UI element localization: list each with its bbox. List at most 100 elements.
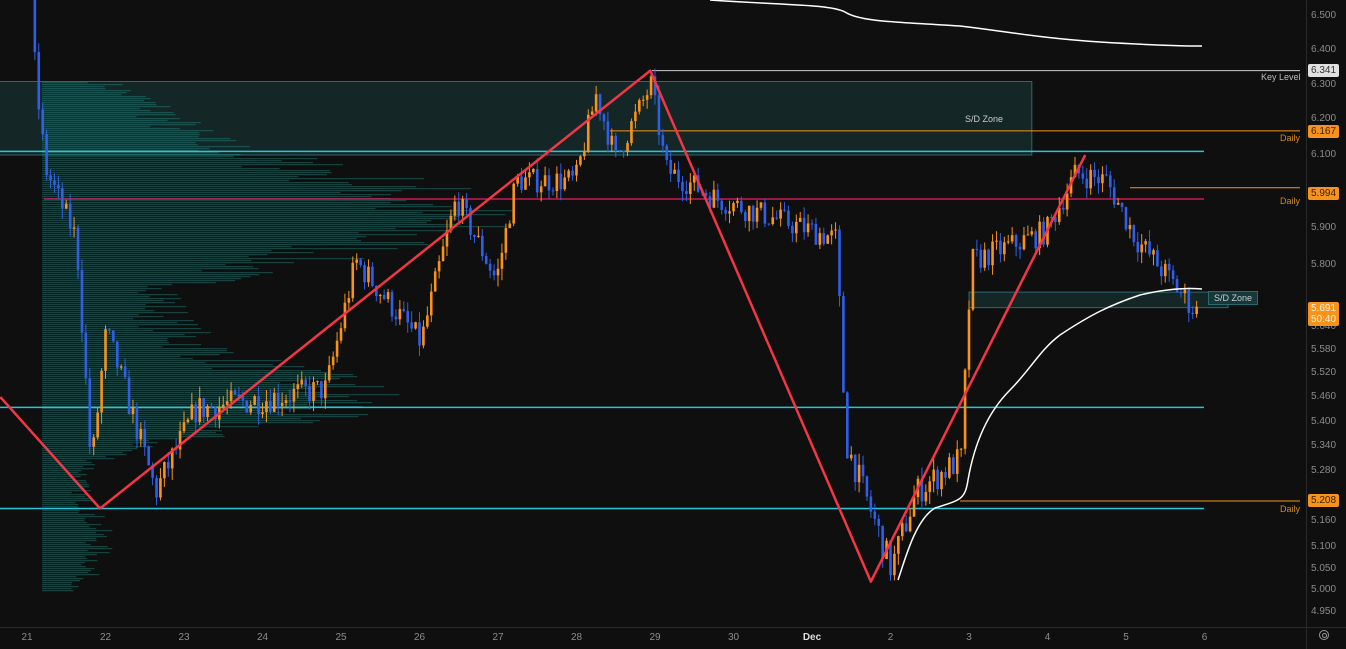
candle-body	[830, 230, 833, 236]
candle-body	[535, 168, 539, 193]
volume-profile-bar	[42, 356, 181, 358]
daily-price-tag-3: 5.208	[1308, 494, 1340, 507]
plot-area[interactable]	[0, 0, 1306, 627]
candle-body	[846, 392, 849, 459]
candle-body	[339, 328, 343, 341]
time-tick: 30	[727, 632, 740, 643]
volume-profile-bar	[42, 484, 89, 486]
volume-profile-bar	[42, 156, 234, 158]
candle-body	[72, 227, 76, 229]
volume-profile-bar	[42, 350, 227, 352]
candle-body	[394, 316, 398, 320]
volume-profile-bar	[42, 86, 105, 88]
candle-body	[410, 322, 413, 329]
volume-profile-bar	[42, 192, 341, 194]
price-tick: 5.050	[1311, 563, 1337, 574]
candle-body	[272, 392, 276, 412]
candle-body	[492, 270, 496, 276]
candle-countdown: 50:40	[1311, 314, 1337, 325]
current-price-tag: 5.691 50:40	[1308, 302, 1340, 326]
volume-profile-bar	[42, 458, 115, 460]
candle-body	[123, 366, 127, 378]
volume-profile-bar	[42, 222, 427, 224]
time-tick: 3	[966, 632, 972, 643]
candle-body	[49, 175, 52, 181]
candle-body	[987, 249, 990, 266]
candle-body	[583, 151, 586, 157]
candle-body	[1136, 242, 1140, 253]
candle-body	[842, 295, 845, 393]
candle-body	[186, 419, 190, 423]
volume-profile-bar	[42, 510, 80, 512]
time-axis[interactable]	[0, 627, 1346, 649]
sd-zone-label-1: S/D Zone	[965, 114, 1004, 124]
candle-body	[991, 241, 994, 266]
candle-body	[418, 322, 421, 346]
candle-body	[363, 265, 366, 283]
candle-body	[96, 412, 99, 438]
time-tick: 2	[887, 632, 894, 643]
volume-profile-bar	[42, 148, 210, 150]
volume-profile-bar	[42, 144, 198, 146]
candle-body	[818, 233, 822, 245]
volume-profile-bar	[42, 260, 252, 262]
candle-body	[955, 449, 959, 474]
candle-body	[1140, 244, 1143, 253]
volume-profile-bar	[42, 264, 226, 266]
volume-profile-bar	[42, 402, 373, 404]
candle-body	[743, 212, 747, 222]
candle-body	[1014, 235, 1018, 247]
volume-profile-bar	[42, 470, 82, 472]
candle-body	[751, 205, 755, 222]
volume-profile-bar	[42, 410, 274, 412]
volume-profile-bar	[42, 326, 139, 328]
volume-profile-bar	[42, 352, 234, 354]
candle-body	[822, 233, 826, 244]
volume-profile-bar	[42, 272, 273, 274]
candle-body	[119, 366, 123, 368]
volume-profile-bar	[42, 92, 127, 94]
candle-body	[630, 121, 633, 143]
candle-body	[33, 0, 37, 53]
settings-gear-icon[interactable]	[1319, 630, 1329, 640]
volume-profile-bar	[42, 430, 222, 432]
candle-body	[1163, 263, 1167, 277]
volume-profile-bar	[42, 152, 220, 154]
candle-body	[1061, 207, 1065, 210]
volume-profile-bar	[42, 320, 194, 322]
candle-body	[296, 384, 300, 389]
volume-profile-bar	[42, 162, 313, 164]
volume-profile-bar	[42, 382, 280, 384]
volume-profile-bar	[42, 324, 198, 326]
candle-body	[159, 478, 162, 498]
volume-profile-bar	[42, 120, 168, 122]
candle-body	[37, 52, 41, 110]
candle-body	[182, 422, 186, 432]
volume-profile-bar	[42, 420, 320, 422]
candle-body	[681, 182, 684, 192]
candle-body	[477, 235, 480, 237]
price-tick: 5.800	[1311, 259, 1337, 270]
candle-body	[1160, 266, 1163, 277]
candle-body	[936, 469, 939, 490]
volume-profile-bar	[42, 394, 400, 396]
chart-root[interactable]: 6.500 6.400 6.300 6.200 6.100 5.900 5.800 5.640…	[0, 0, 1346, 649]
volume-profile-bar	[42, 516, 105, 518]
price-tick: 6.100	[1311, 149, 1337, 160]
candle-body	[791, 225, 794, 234]
volume-profile-bar	[42, 446, 153, 448]
volume-profile-bar	[42, 160, 282, 162]
candle-body	[1128, 224, 1132, 230]
candle-body	[798, 217, 802, 222]
volume-profile-bar	[42, 586, 79, 588]
volume-profile-bar	[42, 180, 289, 182]
candle-body	[834, 229, 837, 231]
volume-profile-bar	[42, 366, 305, 368]
volume-profile-bar	[42, 558, 88, 560]
daily-label-3: Daily	[1280, 504, 1301, 514]
candle-body	[626, 142, 629, 153]
candle-body	[877, 518, 881, 526]
candle-body	[131, 407, 135, 415]
volume-profile-bar	[42, 574, 100, 576]
volume-profile-bar	[42, 314, 140, 316]
